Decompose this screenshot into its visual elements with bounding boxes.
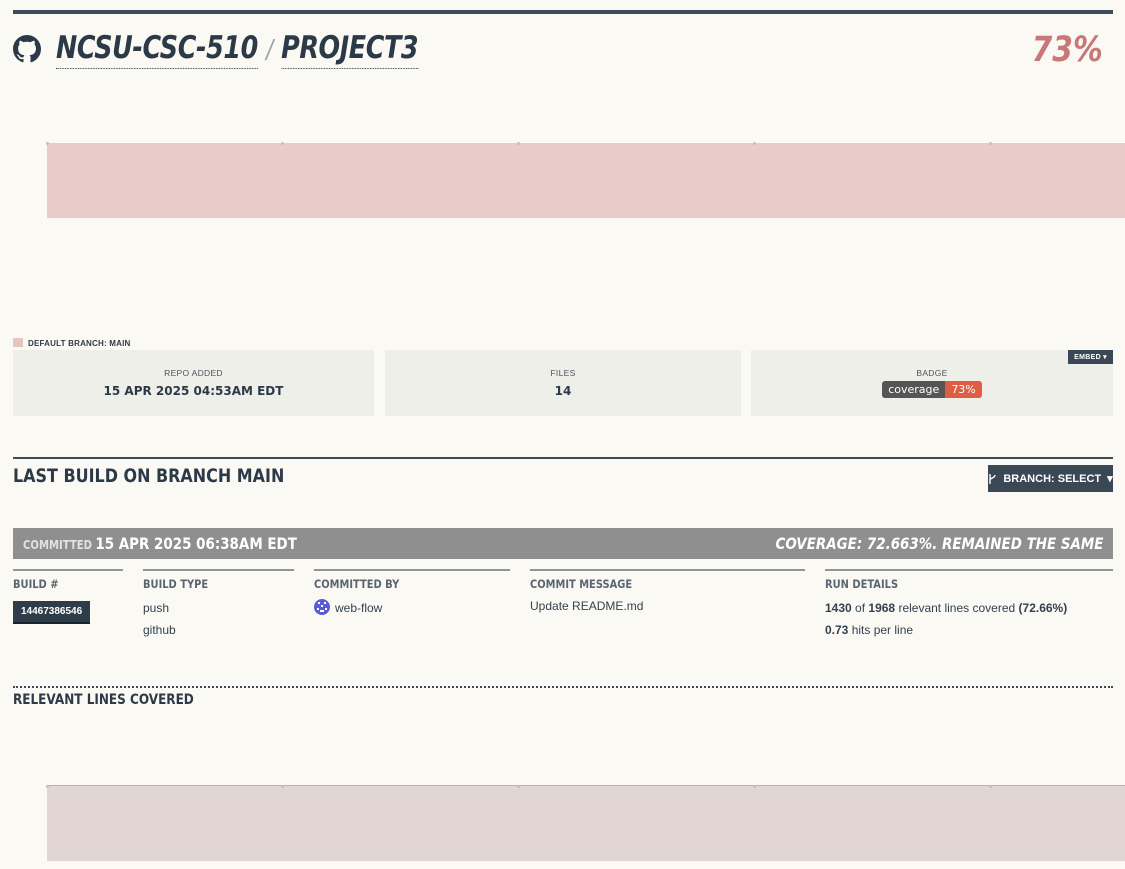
run-details-header: RUN DETAILS xyxy=(825,577,899,591)
owner-link[interactable]: NCSU-CSC-510 xyxy=(56,30,258,69)
repo-added-label: REPO ADDED xyxy=(164,368,223,378)
chart-legend: DEFAULT BRANCH: MAIN xyxy=(13,338,131,348)
avatar xyxy=(314,599,330,615)
caret-down-icon: ▾ xyxy=(1107,473,1113,485)
committer-name: web-flow xyxy=(335,601,383,615)
build-number-header: BUILD # xyxy=(13,577,59,591)
page-title: NCSU-CSC-510 / PROJECT3 xyxy=(56,30,419,69)
lines-covered-count: 1430 xyxy=(825,601,852,615)
title-separator: / xyxy=(266,35,273,65)
lines-percent: (72.66%) xyxy=(1018,601,1068,615)
repo-link[interactable]: PROJECT3 xyxy=(281,30,419,69)
badge-left-text: coverage xyxy=(882,381,946,398)
files-label: FILES xyxy=(550,368,576,378)
chart-point xyxy=(517,785,520,788)
lines-covered-text: 1430 of 1968 relevant lines covered (72.… xyxy=(825,601,1113,615)
coverage-chart xyxy=(46,142,1125,218)
coverage-badge[interactable]: coverage 73% xyxy=(882,381,982,398)
commit-message: Update README.md xyxy=(530,599,644,613)
chart-point xyxy=(46,785,49,788)
lines-of: of xyxy=(855,601,866,615)
lines-text: relevant lines covered xyxy=(898,601,1016,615)
hits-per-line-text: 0.73 hits per line xyxy=(825,623,1113,637)
chart-point xyxy=(753,785,756,788)
chart-point xyxy=(753,142,756,145)
build-type-service: github xyxy=(143,623,176,637)
top-rule xyxy=(13,10,1113,14)
commit-info: COMMITTED 15 APR 2025 06:38AM EDT xyxy=(23,534,297,553)
hits-text: hits per line xyxy=(851,623,914,637)
chart-point xyxy=(989,785,992,788)
dotted-divider xyxy=(13,686,1113,688)
files-value: 14 xyxy=(554,384,572,398)
chart-point xyxy=(281,142,284,145)
repo-added-value: 15 APR 2025 04:53AM EDT xyxy=(103,384,284,398)
legend-swatch xyxy=(13,338,23,347)
committed-by-header: COMMITTED BY xyxy=(314,577,400,591)
badge-right-text: 73% xyxy=(945,381,982,398)
repo-added-card: REPO ADDED 15 APR 2025 04:53AM EDT xyxy=(13,350,374,416)
section-divider xyxy=(13,457,1113,459)
badge-label: BADGE xyxy=(916,368,948,378)
build-number-column: BUILD # 14467386546 xyxy=(13,569,123,624)
hits-value: 0.73 xyxy=(825,623,849,637)
committed-by-column: COMMITTED BY web-flow xyxy=(314,569,510,615)
build-type-value: push xyxy=(143,601,170,615)
commit-message-header: COMMIT MESSAGE xyxy=(530,577,633,591)
chart-point xyxy=(517,142,520,145)
build-type-header: BUILD TYPE xyxy=(143,577,209,591)
commit-message-column: COMMIT MESSAGE Update README.md xyxy=(530,569,805,613)
run-details-column: RUN DETAILS 1430 of 1968 relevant lines … xyxy=(825,569,1113,637)
committed-date: 15 APR 2025 06:38AM EDT xyxy=(95,534,297,553)
chart-point xyxy=(46,142,49,145)
branch-select-label: BRANCH: SELECT xyxy=(1003,472,1102,485)
committer[interactable]: web-flow xyxy=(314,599,510,615)
files-card: FILES 14 xyxy=(385,350,741,416)
legend-label: DEFAULT BRANCH: MAIN xyxy=(28,339,131,348)
embed-button[interactable]: EMBED ▾ xyxy=(1068,350,1113,364)
coverage-summary: COVERAGE: 72.663%. REMAINED THE SAME xyxy=(774,534,1103,553)
caret-down-icon: ▾ xyxy=(1103,354,1107,361)
chart-point xyxy=(989,142,992,145)
committed-prefix: COMMITTED xyxy=(23,538,93,552)
relevant-lines-title: RELEVANT LINES COVERED xyxy=(13,692,194,708)
commit-bar: COMMITTED 15 APR 2025 06:38AM EDT COVERAG… xyxy=(13,528,1113,559)
badge-card: BADGE coverage 73% xyxy=(751,350,1113,416)
branch-icon xyxy=(989,473,997,484)
embed-label: EMBED xyxy=(1074,354,1101,361)
coverage-percent: 73% xyxy=(1031,30,1103,70)
last-build-title: LAST BUILD ON BRANCH MAIN xyxy=(13,465,285,487)
relevant-lines-chart xyxy=(46,785,1125,861)
branch-select-button[interactable]: BRANCH: SELECT ▾ xyxy=(988,465,1113,492)
lines-total: 1968 xyxy=(868,601,896,615)
build-type-column: BUILD TYPE push github xyxy=(143,569,294,637)
chart-point xyxy=(281,785,284,788)
github-icon[interactable] xyxy=(13,35,41,63)
build-number-button[interactable]: 14467386546 xyxy=(13,601,91,624)
